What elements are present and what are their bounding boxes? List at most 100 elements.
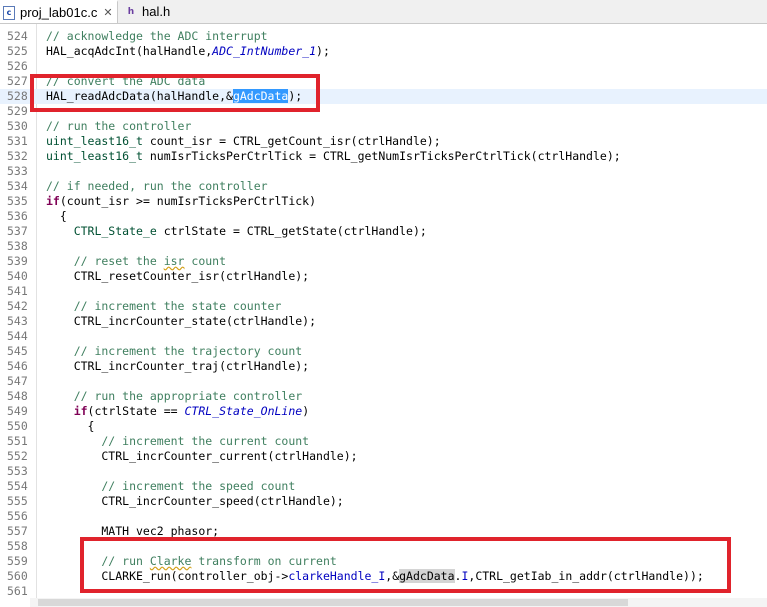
code-text[interactable]: CTRL_incrCounter_speed(ctrlHandle); xyxy=(46,494,343,509)
code-text[interactable]: // run the controller xyxy=(46,119,191,134)
code-line[interactable]: 548 // run the appropriate controller xyxy=(0,389,767,404)
line-number: 558 xyxy=(7,539,28,553)
code-line[interactable]: 531 uint_least16_t count_isr = CTRL_getCo… xyxy=(0,134,767,149)
code-token: gAdcData xyxy=(232,89,289,103)
line-number: 551 xyxy=(7,434,28,448)
code-text[interactable]: CLARKE_run(controller_obj->clarkeHandle_… xyxy=(46,569,704,584)
code-line[interactable]: 545 // increment the trajectory count xyxy=(0,344,767,359)
horizontal-scrollbar[interactable] xyxy=(30,598,767,607)
tab-hal-h[interactable]: h hal.h xyxy=(119,0,179,23)
code-line[interactable]: 554 // increment the speed count xyxy=(0,479,767,494)
code-line[interactable]: 541 xyxy=(0,284,767,299)
code-line[interactable]: 557 MATH_vec2 phasor; xyxy=(0,524,767,539)
code-text[interactable]: // increment the speed count xyxy=(46,479,295,494)
code-line[interactable]: 537 CTRL_State_e ctrlState = CTRL_getSta… xyxy=(0,224,767,239)
line-number: 542 xyxy=(7,299,28,313)
code-text[interactable]: CTRL_incrCounter_state(ctrlHandle); xyxy=(46,314,316,329)
code-text[interactable]: CTRL_resetCounter_isr(ctrlHandle); xyxy=(46,269,309,284)
scrollbar-thumb[interactable] xyxy=(38,599,628,606)
code-token: (count_isr >= numIsrTicksPerCtrlTick) xyxy=(59,194,317,208)
code-line[interactable]: 535 if(count_isr >= numIsrTicksPerCtrlTic… xyxy=(0,194,767,209)
tab-proj-lab01c[interactable]: c proj_lab01c.c ✕ xyxy=(0,0,118,23)
code-token: { xyxy=(46,209,67,223)
code-line[interactable]: 552 CTRL_incrCounter_current(ctrlHandle)… xyxy=(0,449,767,464)
code-text[interactable]: HAL_acqAdcInt(halHandle,ADC_IntNumber_1)… xyxy=(46,44,330,59)
line-number: 545 xyxy=(7,344,28,358)
code-line[interactable]: 558 xyxy=(0,539,767,554)
code-line[interactable]: 540 CTRL_resetCounter_isr(ctrlHandle); xyxy=(0,269,767,284)
code-token: uint_least16_t xyxy=(46,149,143,163)
code-line[interactable]: 561 xyxy=(0,584,767,599)
code-line[interactable]: 546 CTRL_incrCounter_traj(ctrlHandle); xyxy=(0,359,767,374)
code-text[interactable]: // increment the state counter xyxy=(46,299,282,314)
code-line[interactable]: 526 xyxy=(0,59,767,74)
code-token: if xyxy=(46,194,60,208)
code-line[interactable]: 524 // acknowledge the ADC interrupt xyxy=(0,29,767,44)
code-text[interactable]: CTRL_incrCounter_current(ctrlHandle); xyxy=(46,449,357,464)
code-text[interactable]: if(count_isr >= numIsrTicksPerCtrlTick) xyxy=(46,194,316,209)
code-text[interactable]: // run the appropriate controller xyxy=(46,389,303,404)
code-token: { xyxy=(46,419,95,433)
line-number: 536 xyxy=(7,209,28,223)
code-token: isr xyxy=(163,254,185,268)
line-number: 543 xyxy=(7,314,28,328)
code-text[interactable]: // reset the isr count xyxy=(46,254,226,269)
code-text[interactable]: // acknowledge the ADC interrupt xyxy=(46,29,268,44)
code-text[interactable]: uint_least16_t numIsrTicksPerCtrlTick = … xyxy=(46,149,621,164)
code-text[interactable]: CTRL_State_e ctrlState = CTRL_getState(c… xyxy=(46,224,427,239)
line-number: 534 xyxy=(7,179,28,193)
line-number: 541 xyxy=(7,284,28,298)
line-number: 544 xyxy=(7,329,28,343)
code-line[interactable]: 532 uint_least16_t numIsrTicksPerCtrlTick… xyxy=(0,149,767,164)
code-line[interactable]: 530 // run the controller xyxy=(0,119,767,134)
code-text[interactable]: if(ctrlState == CTRL_State_OnLine) xyxy=(46,404,309,419)
code-token: // convert the ADC data xyxy=(46,74,206,88)
code-text[interactable]: // increment the current count xyxy=(46,434,309,449)
code-line[interactable]: 550 { xyxy=(0,419,767,434)
code-line[interactable]: 560 CLARKE_run(controller_obj->clarkeHan… xyxy=(0,569,767,584)
code-text[interactable]: // if needed, run the controller xyxy=(46,179,268,194)
code-text[interactable]: // increment the trajectory count xyxy=(46,344,303,359)
code-editor[interactable]: 524 // acknowledge the ADC interrupt 525 HA… xyxy=(0,24,767,607)
code-line[interactable]: 536 { xyxy=(0,209,767,224)
code-text[interactable]: // run Clarke transform on current xyxy=(46,554,336,569)
line-number: 560 xyxy=(7,569,28,583)
code-line[interactable]: 525 HAL_acqAdcInt(halHandle,ADC_IntNumber… xyxy=(0,44,767,59)
code-line[interactable]: 549 if(ctrlState == CTRL_State_OnLine) xyxy=(0,404,767,419)
code-token: (ctrlState == xyxy=(87,404,185,418)
code-token: CTRL_State_e xyxy=(46,224,157,238)
line-number: 548 xyxy=(7,389,28,403)
code-line[interactable]: 555 CTRL_incrCounter_speed(ctrlHandle); xyxy=(0,494,767,509)
code-line[interactable]: 544 xyxy=(0,329,767,344)
code-text[interactable]: MATH_vec2 phasor; xyxy=(46,524,219,539)
code-text[interactable]: { xyxy=(46,209,67,224)
code-text[interactable]: { xyxy=(46,419,95,434)
code-text[interactable]: HAL_readAdcData(halHandle,&gAdcData); xyxy=(46,89,302,104)
code-line[interactable]: 553 xyxy=(0,464,767,479)
code-line[interactable]: 538 xyxy=(0,239,767,254)
code-line[interactable]: 543 CTRL_incrCounter_state(ctrlHandle); xyxy=(0,314,767,329)
line-number: 526 xyxy=(7,59,28,73)
code-line[interactable]: 527 // convert the ADC data xyxy=(0,74,767,89)
code-line[interactable]: 556 xyxy=(0,509,767,524)
code-line[interactable]: 547 xyxy=(0,374,767,389)
code-line[interactable]: 551 // increment the current count xyxy=(0,434,767,449)
line-number: 552 xyxy=(7,449,28,463)
close-icon[interactable]: ✕ xyxy=(103,6,112,19)
line-number: 549 xyxy=(7,404,28,418)
code-line[interactable]: 529 xyxy=(0,104,767,119)
h-file-icon: h xyxy=(127,6,135,17)
code-line[interactable]: 559 // run Clarke transform on current xyxy=(0,554,767,569)
code-line[interactable]: 542 // increment the state counter xyxy=(0,299,767,314)
code-line[interactable]: 539 // reset the isr count xyxy=(0,254,767,269)
code-text[interactable]: // convert the ADC data xyxy=(46,74,205,89)
code-line[interactable]: 534 // if needed, run the controller xyxy=(0,179,767,194)
code-text[interactable]: CTRL_incrCounter_traj(ctrlHandle); xyxy=(46,359,309,374)
code-text[interactable]: uint_least16_t count_isr = CTRL_getCount… xyxy=(46,134,441,149)
line-number: 556 xyxy=(7,509,28,523)
code-token: numIsrTicksPerCtrlTick = CTRL_getNumIsrT… xyxy=(142,149,621,163)
code-line[interactable]: 528 HAL_readAdcData(halHandle,&gAdcData); xyxy=(0,89,767,104)
code-token: // increment the state counter xyxy=(46,299,282,313)
line-number: 524 xyxy=(7,29,28,43)
code-line[interactable]: 533 xyxy=(0,164,767,179)
